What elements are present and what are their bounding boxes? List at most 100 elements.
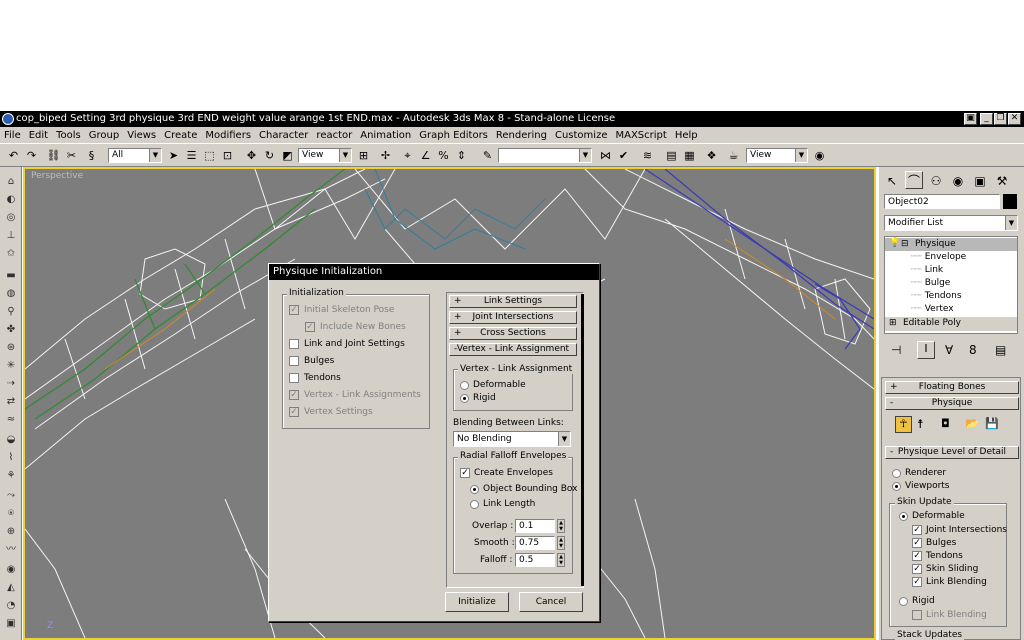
spinner-snap-icon[interactable]: ⇕: [454, 148, 469, 163]
manipulate-icon[interactable]: ✢: [378, 148, 393, 163]
window-crossing-icon[interactable]: ⊡: [220, 148, 235, 163]
mirror-icon[interactable]: ⋈: [598, 148, 613, 163]
stack-item-editable-poly[interactable]: ⊞ Editable Poly: [885, 317, 1017, 331]
schematic-view-icon[interactable]: ▦: [682, 148, 697, 163]
tool-icon-14[interactable]: ≈: [4, 413, 18, 427]
falloff-field[interactable]: 0.5: [515, 553, 555, 567]
tool-icon-18[interactable]: ⤳: [4, 489, 18, 503]
object-name-field[interactable]: Object02: [884, 194, 1000, 209]
menu-views[interactable]: Views: [127, 130, 156, 141]
stack-item-vertex[interactable]: ┈┈ Vertex: [911, 304, 954, 314]
link-settings-rollout[interactable]: + Link Settings: [449, 295, 577, 308]
close-icon[interactable]: ✕: [1008, 113, 1021, 125]
smooth-spinner[interactable]: ▲ ▼: [557, 536, 565, 550]
menu-rendering[interactable]: Rendering: [496, 130, 547, 141]
percent-snap-icon[interactable]: %: [436, 148, 451, 163]
lod-deformable-radio[interactable]: [899, 512, 908, 521]
scrollbar[interactable]: [581, 294, 584, 586]
tool-icon-16[interactable]: ⌇: [4, 451, 18, 465]
unlink-icon[interactable]: ✂: [64, 148, 79, 163]
reference-coord-dropdown[interactable]: View ▼: [298, 148, 352, 163]
menu-tools[interactable]: Tools: [56, 130, 81, 141]
curve-editor-icon[interactable]: ▤: [664, 148, 679, 163]
lod-rigid-radio[interactable]: [899, 597, 908, 606]
menu-file[interactable]: File: [4, 130, 21, 141]
undo-icon[interactable]: ↶: [6, 148, 21, 163]
rect-selection-icon[interactable]: ⬚: [202, 148, 217, 163]
selection-filter-dropdown[interactable]: All ▼: [108, 148, 162, 163]
tool-icon-12[interactable]: ⇢: [4, 377, 18, 391]
falloff-spinner[interactable]: ▲ ▼: [557, 553, 565, 567]
hierarchy-tab-icon[interactable]: ⚇: [927, 171, 945, 189]
tool-icon-3[interactable]: ◎: [4, 211, 18, 225]
modify-tab-icon[interactable]: ⌒: [905, 171, 923, 189]
restore-icon[interactable]: ▣: [964, 113, 977, 125]
scale-icon[interactable]: ◩: [280, 148, 295, 163]
tool-icon-7[interactable]: ◍: [4, 287, 18, 301]
tool-icon-13[interactable]: ⇄: [4, 395, 18, 409]
deformable-radio[interactable]: [460, 381, 469, 390]
pin-stack-icon[interactable]: ⊣: [891, 343, 901, 357]
cross-sections-rollout[interactable]: + Cross Sections: [449, 327, 577, 340]
modifier-list-dropdown[interactable]: Modifier List ▼: [884, 215, 1018, 231]
skin-sliding-checkbox[interactable]: ✓: [912, 564, 922, 574]
app-icon[interactable]: [2, 113, 14, 125]
tool-icon-9[interactable]: ✤: [4, 323, 18, 337]
angle-snap-icon[interactable]: ∠: [418, 148, 433, 163]
dialog-title-bar[interactable]: Physique Initialization: [269, 264, 599, 280]
menu-graph-editors[interactable]: Graph Editors: [419, 130, 488, 141]
tool-icon-21[interactable]: 〰: [4, 543, 18, 557]
select-icon[interactable]: ➤: [166, 148, 181, 163]
physique-rollout[interactable]: - Physique: [885, 397, 1019, 410]
menu-animation[interactable]: Animation: [360, 130, 411, 141]
floating-bones-rollout[interactable]: + Floating Bones: [885, 381, 1019, 394]
tool-icon-22[interactable]: ◉: [4, 563, 18, 577]
vertex-link-assignment-rollout[interactable]: - Vertex - Link Assignment: [449, 343, 577, 356]
bind-space-warp-icon[interactable]: §: [84, 148, 99, 163]
snap-icon[interactable]: ⌖: [400, 148, 415, 163]
minimize-icon[interactable]: _: [980, 113, 993, 125]
link-joint-settings-checkbox[interactable]: [289, 339, 299, 349]
redo-icon[interactable]: ↷: [24, 148, 39, 163]
stack-item-envelope[interactable]: ┈┈ Envelope: [911, 252, 966, 262]
menu-character[interactable]: Character: [259, 130, 308, 141]
save-file-icon[interactable]: 💾: [985, 417, 999, 430]
lod-rollout[interactable]: - Physique Level of Detail: [885, 446, 1019, 459]
stack-item-tendons[interactable]: ┈┈ Tendons: [911, 291, 962, 301]
move-icon[interactable]: ✥: [244, 148, 259, 163]
stack-item-bulge[interactable]: ┈┈ Bulge: [911, 278, 950, 288]
bulges-lod-checkbox[interactable]: ✓: [912, 538, 922, 548]
tool-icon-4[interactable]: ⊥: [4, 229, 18, 243]
initialize-button[interactable]: Initialize: [445, 592, 509, 612]
viewport-label[interactable]: Perspective: [31, 171, 83, 181]
viewports-radio[interactable]: [892, 482, 901, 491]
maximize-icon[interactable]: ❐: [994, 113, 1007, 125]
layer-manager-icon[interactable]: ≋: [640, 148, 655, 163]
joint-intersections-rollout[interactable]: + Joint Intersections: [449, 311, 577, 324]
blending-dropdown[interactable]: No Blending ▼: [453, 431, 571, 447]
tool-icon-1[interactable]: ⌂: [4, 175, 18, 189]
tool-icon-24[interactable]: ◔: [4, 599, 18, 613]
menu-customize[interactable]: Customize: [555, 130, 608, 141]
align-icon[interactable]: ✔: [616, 148, 631, 163]
stack-item-link[interactable]: ┈┈ Link: [911, 265, 943, 275]
link-icon[interactable]: ⛓: [46, 148, 61, 163]
object-color-swatch[interactable]: [1003, 194, 1017, 209]
tool-icon-17[interactable]: ⚘: [4, 469, 18, 483]
menu-help[interactable]: Help: [675, 130, 698, 141]
tool-icon-19[interactable]: ⍟: [4, 507, 18, 521]
menu-reactor[interactable]: reactor: [316, 130, 352, 141]
create-tab-icon[interactable]: ↖: [883, 171, 901, 189]
render-view-dropdown[interactable]: View ▼: [746, 148, 808, 163]
smooth-field[interactable]: 0.75: [515, 536, 555, 550]
menu-create[interactable]: Create: [164, 130, 197, 141]
tool-icon-8[interactable]: ⚲: [4, 305, 18, 319]
renderer-radio[interactable]: [892, 469, 901, 478]
stack-item-physique[interactable]: 💡 ⊟ Physique: [885, 238, 1017, 251]
rigid-radio[interactable]: [460, 394, 469, 403]
rotate-icon[interactable]: ↻: [262, 148, 277, 163]
bulges-checkbox[interactable]: [289, 356, 299, 366]
menu-edit[interactable]: Edit: [29, 130, 48, 141]
tool-icon-6[interactable]: ▬: [4, 269, 18, 283]
tool-icon-23[interactable]: ◭: [4, 581, 18, 595]
